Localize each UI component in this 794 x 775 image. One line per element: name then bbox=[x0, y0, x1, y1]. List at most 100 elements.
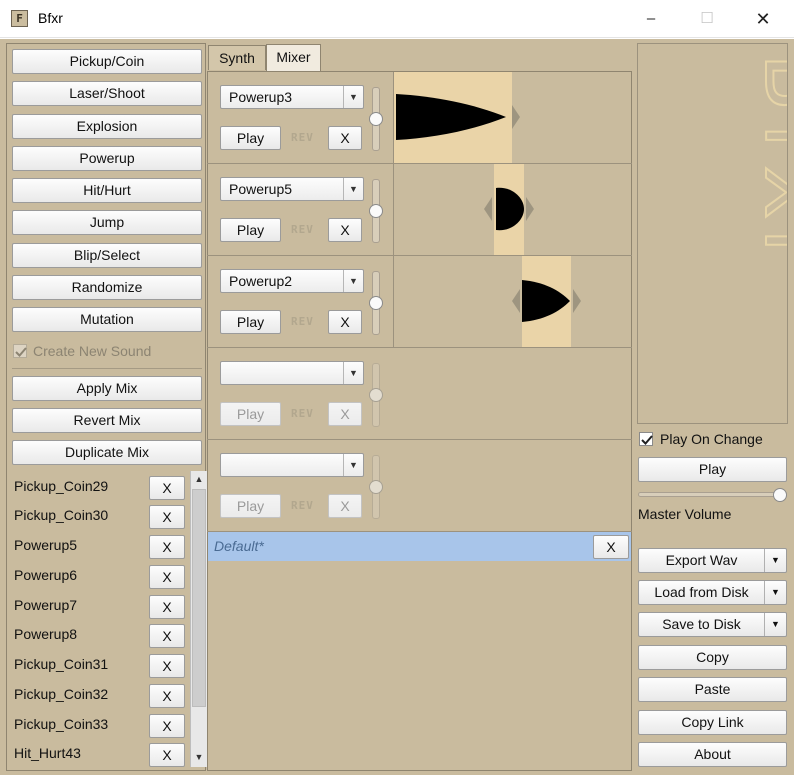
remove-sound-button[interactable]: X bbox=[149, 535, 185, 559]
remove-sound-button[interactable]: X bbox=[149, 654, 185, 678]
track-volume-slider[interactable] bbox=[369, 87, 383, 151]
list-item[interactable]: Pickup_Coin33 X bbox=[8, 711, 188, 741]
dropdown-arrow-icon[interactable]: ▼ bbox=[343, 454, 363, 476]
slider-knob[interactable] bbox=[369, 388, 383, 402]
jump-button[interactable]: Jump bbox=[12, 210, 202, 235]
list-item[interactable]: Pickup_Coin31 X bbox=[8, 651, 188, 681]
slider-knob[interactable] bbox=[369, 112, 383, 126]
list-item[interactable]: Powerup8 X bbox=[8, 621, 188, 651]
remove-sound-button[interactable]: X bbox=[149, 505, 185, 529]
dropdown-arrow-icon[interactable]: ▼ bbox=[343, 270, 363, 292]
hit-hurt-button[interactable]: Hit/Hurt bbox=[12, 178, 202, 203]
list-item[interactable]: Powerup6 X bbox=[8, 562, 188, 592]
list-item[interactable]: Pickup_Coin29 X bbox=[8, 473, 188, 503]
track-reverse-toggle[interactable]: REV bbox=[291, 223, 314, 236]
track-remove-button[interactable]: X bbox=[328, 402, 362, 426]
list-item[interactable]: Powerup7 X bbox=[8, 592, 188, 622]
tab-mixer[interactable]: Mixer bbox=[266, 44, 321, 71]
scroll-thumb[interactable] bbox=[192, 489, 206, 707]
remove-sound-button[interactable]: X bbox=[149, 743, 185, 767]
master-volume-knob[interactable] bbox=[773, 488, 787, 502]
track-sound-value: Powerup5 bbox=[229, 181, 293, 197]
track-sound-select[interactable]: ▼ bbox=[220, 453, 364, 477]
mutation-button[interactable]: Mutation bbox=[12, 307, 202, 332]
track-waveform[interactable] bbox=[393, 72, 632, 163]
close-button[interactable]: ✕ bbox=[740, 0, 786, 38]
track-waveform[interactable] bbox=[393, 256, 632, 347]
dropdown-arrow-icon[interactable]: ▼ bbox=[343, 362, 363, 384]
explosion-button[interactable]: Explosion bbox=[12, 114, 202, 139]
track-remove-button[interactable]: X bbox=[328, 126, 362, 150]
track-remove-button[interactable]: X bbox=[328, 310, 362, 334]
slider-knob[interactable] bbox=[369, 296, 383, 310]
play-on-change-checkbox[interactable] bbox=[639, 432, 653, 446]
track-play-button[interactable]: Play bbox=[220, 402, 281, 426]
minimize-button[interactable]: – bbox=[628, 0, 674, 38]
remove-sound-button[interactable]: X bbox=[149, 624, 185, 648]
slider-knob[interactable] bbox=[369, 480, 383, 494]
track-remove-button[interactable]: X bbox=[328, 218, 362, 242]
maximize-button[interactable]: ☐ bbox=[684, 0, 730, 38]
track-play-button[interactable]: Play bbox=[220, 310, 281, 334]
track-play-button[interactable]: Play bbox=[220, 126, 281, 150]
slider-knob[interactable] bbox=[369, 204, 383, 218]
checkmark-icon bbox=[641, 435, 653, 445]
load-menu-arrow-icon[interactable]: ▼ bbox=[764, 581, 786, 604]
track-reverse-toggle[interactable]: REV bbox=[291, 499, 314, 512]
list-item[interactable]: Pickup_Coin30 X bbox=[8, 502, 188, 532]
track-remove-button[interactable]: X bbox=[328, 494, 362, 518]
list-item[interactable]: Powerup5 X bbox=[8, 532, 188, 562]
track-sound-select[interactable]: Powerup2 ▼ bbox=[220, 269, 364, 293]
remove-sound-button[interactable]: X bbox=[149, 684, 185, 708]
track-reverse-toggle[interactable]: REV bbox=[291, 315, 314, 328]
copy-link-button[interactable]: Copy Link bbox=[638, 710, 787, 735]
copy-button[interactable]: Copy bbox=[638, 645, 787, 670]
dropdown-arrow-icon[interactable]: ▼ bbox=[343, 178, 363, 200]
load-from-disk-button[interactable]: Load from Disk ▼ bbox=[638, 580, 787, 605]
track-play-button[interactable]: Play bbox=[220, 218, 281, 242]
export-wav-button[interactable]: Export Wav ▼ bbox=[638, 548, 787, 573]
scroll-down-icon[interactable]: ▼ bbox=[191, 749, 207, 766]
track-volume-slider[interactable] bbox=[369, 271, 383, 335]
track-waveform[interactable] bbox=[393, 164, 632, 255]
apply-mix-button[interactable]: Apply Mix bbox=[12, 376, 202, 401]
track-reverse-toggle[interactable]: REV bbox=[291, 407, 314, 420]
pickup-coin-button[interactable]: Pickup/Coin bbox=[12, 49, 202, 74]
dropdown-arrow-icon[interactable]: ▼ bbox=[343, 86, 363, 108]
list-item[interactable]: Hit_Hurt43 X bbox=[8, 740, 188, 770]
load-from-disk-label: Load from Disk bbox=[654, 584, 749, 600]
scroll-up-icon[interactable]: ▲ bbox=[191, 471, 207, 488]
track-volume-slider[interactable] bbox=[369, 363, 383, 427]
laser-shoot-button[interactable]: Laser/Shoot bbox=[12, 81, 202, 106]
blip-select-button[interactable]: Blip/Select bbox=[12, 243, 202, 268]
save-menu-arrow-icon[interactable]: ▼ bbox=[764, 613, 786, 636]
powerup-button[interactable]: Powerup bbox=[12, 146, 202, 171]
tab-synth[interactable]: Synth bbox=[208, 45, 266, 70]
save-to-disk-button[interactable]: Save to Disk ▼ bbox=[638, 612, 787, 637]
remove-sound-button[interactable]: X bbox=[149, 476, 185, 500]
track-reverse-toggle[interactable]: REV bbox=[291, 131, 314, 144]
randomize-button[interactable]: Randomize bbox=[12, 275, 202, 300]
sound-list-scrollbar[interactable]: ▲ ▼ bbox=[190, 471, 207, 767]
remove-sound-button[interactable]: X bbox=[149, 595, 185, 619]
remove-sound-button[interactable]: X bbox=[149, 565, 185, 589]
create-new-sound-checkbox[interactable] bbox=[13, 344, 27, 358]
save-to-disk-label: Save to Disk bbox=[662, 616, 741, 632]
master-volume-slider[interactable] bbox=[638, 492, 780, 497]
track-volume-slider[interactable] bbox=[369, 179, 383, 243]
paste-button[interactable]: Paste bbox=[638, 677, 787, 702]
play-button[interactable]: Play bbox=[638, 457, 787, 482]
remove-sound-button[interactable]: X bbox=[149, 714, 185, 738]
track-sound-select[interactable]: Powerup5 ▼ bbox=[220, 177, 364, 201]
mix-list-item[interactable]: Default* X bbox=[208, 532, 631, 561]
export-menu-arrow-icon[interactable]: ▼ bbox=[764, 549, 786, 572]
revert-mix-button[interactable]: Revert Mix bbox=[12, 408, 202, 433]
track-play-button[interactable]: Play bbox=[220, 494, 281, 518]
track-volume-slider[interactable] bbox=[369, 455, 383, 519]
duplicate-mix-button[interactable]: Duplicate Mix bbox=[12, 440, 202, 465]
list-item[interactable]: Pickup_Coin32 X bbox=[8, 681, 188, 711]
track-sound-select[interactable]: Powerup3 ▼ bbox=[220, 85, 364, 109]
remove-mix-button[interactable]: X bbox=[593, 535, 629, 559]
about-button[interactable]: About bbox=[638, 742, 787, 767]
track-sound-select[interactable]: ▼ bbox=[220, 361, 364, 385]
